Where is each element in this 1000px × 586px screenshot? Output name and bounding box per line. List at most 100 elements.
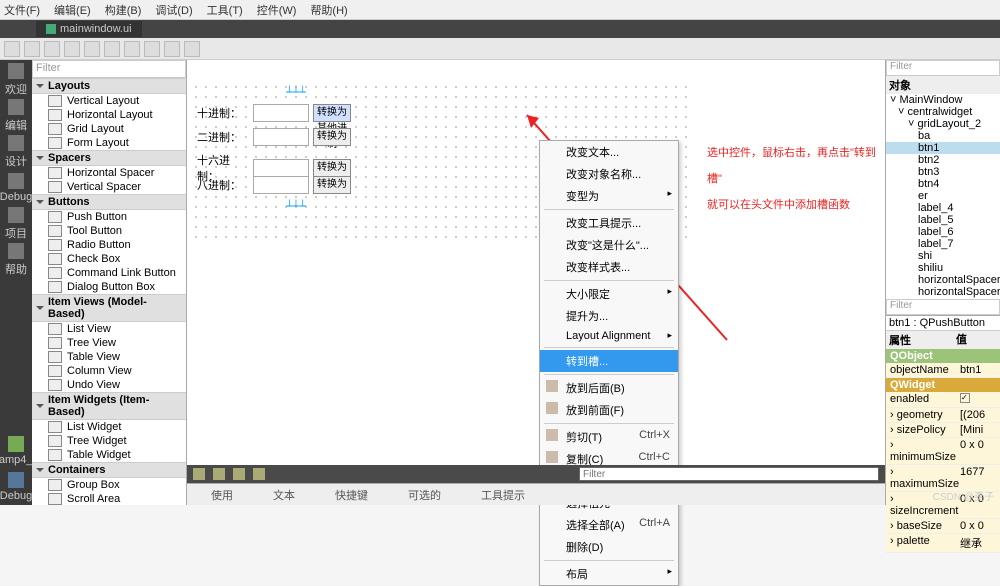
mode-debug[interactable]: Debug xyxy=(0,170,32,206)
widget-item[interactable]: Horizontal Layout xyxy=(32,108,186,122)
property-row[interactable]: › geometry[(206 xyxy=(886,408,1000,423)
category-spacers[interactable]: Spacers xyxy=(32,150,186,166)
mode-help[interactable]: 帮助 xyxy=(0,242,32,278)
category-layouts[interactable]: Layouts xyxy=(32,78,186,94)
tool-btn[interactable] xyxy=(164,41,180,57)
context-item[interactable]: 删除(D) xyxy=(540,536,678,558)
context-item[interactable]: 提升为... xyxy=(540,305,678,327)
context-item[interactable]: 改变"这是什么"... xyxy=(540,234,678,256)
context-item[interactable]: 放到前面(F) xyxy=(540,399,678,421)
object-filter[interactable]: Filter xyxy=(886,60,1000,76)
widget-item[interactable]: Radio Button xyxy=(32,238,186,252)
tree-row[interactable]: ba xyxy=(886,130,1000,142)
context-item[interactable]: 放到后面(B) xyxy=(540,377,678,399)
tree-row[interactable]: ˅ gridLayout_2 xyxy=(886,118,1000,130)
context-item[interactable]: 剪切(T)Ctrl+X xyxy=(540,426,678,448)
tree-row[interactable]: btn2 xyxy=(886,154,1000,166)
property-row[interactable]: › minimumSize0 x 0 xyxy=(886,438,1000,465)
context-item[interactable]: 改变工具提示... xyxy=(540,212,678,234)
context-item[interactable]: 改变样式表... xyxy=(540,256,678,278)
tool-btn[interactable] xyxy=(64,41,80,57)
mode-projects[interactable]: 项目 xyxy=(0,206,32,242)
context-item[interactable]: 改变文本... xyxy=(540,141,678,163)
tool-btn[interactable] xyxy=(104,41,120,57)
widget-item[interactable]: Push Button xyxy=(32,210,186,224)
tree-row[interactable]: label_4 xyxy=(886,202,1000,214)
menu-help[interactable]: 帮助(H) xyxy=(310,2,347,18)
btn1-selected[interactable]: 转换为其他进制 xyxy=(313,104,351,122)
tab-tooltip[interactable]: 工具提示 xyxy=(481,487,525,503)
menu-widgets[interactable]: 控件(W) xyxy=(257,2,297,18)
widget-item[interactable]: Check Box xyxy=(32,252,186,266)
mode-edit[interactable]: 编辑 xyxy=(0,98,32,134)
menu-file[interactable]: 文件(F) xyxy=(4,2,40,18)
input-hex[interactable] xyxy=(253,159,309,177)
object-inspector[interactable]: 对象 ˅ MainWindow ˅ centralwidget ˅ gridLa… xyxy=(886,76,1000,299)
action-filter[interactable] xyxy=(579,467,879,481)
widget-item[interactable]: Scroll Area xyxy=(32,492,186,505)
tree-row[interactable]: shi xyxy=(886,250,1000,262)
context-item[interactable]: 大小限定 xyxy=(540,283,678,305)
category-itemviews[interactable]: Item Views (Model-Based) xyxy=(32,294,186,322)
tool-btn[interactable] xyxy=(24,41,40,57)
section-qwidget[interactable]: QWidget xyxy=(886,378,1000,392)
menu-debug[interactable]: 调试(D) xyxy=(155,2,192,18)
tab-checkable[interactable]: 可选的 xyxy=(408,487,441,503)
file-tab[interactable]: mainwindow.ui xyxy=(36,21,142,37)
widget-item[interactable]: Tool Button xyxy=(32,224,186,238)
category-buttons[interactable]: Buttons xyxy=(32,194,186,210)
action-icon[interactable] xyxy=(213,468,225,480)
tree-row[interactable]: shiliu xyxy=(886,262,1000,274)
btn4[interactable]: 转换为 xyxy=(313,176,351,194)
tool-btn[interactable] xyxy=(124,41,140,57)
widget-item[interactable]: Vertical Spacer xyxy=(32,180,186,194)
tab-text[interactable]: 文本 xyxy=(273,487,295,503)
property-row[interactable]: › palette继承 xyxy=(886,534,1000,553)
property-row[interactable]: › baseSize0 x 0 xyxy=(886,519,1000,534)
mode-welcome[interactable]: 欢迎 xyxy=(0,62,32,98)
v-spacer-icon[interactable]: ⟂⟂⟂ xyxy=(286,84,326,98)
checkbox-icon[interactable] xyxy=(960,393,970,403)
run-config[interactable]: Debug xyxy=(0,469,32,505)
tree-row[interactable]: label_7 xyxy=(886,238,1000,250)
tab-shortcut[interactable]: 快捷键 xyxy=(335,487,368,503)
tree-row[interactable]: btn3 xyxy=(886,166,1000,178)
prop-filter[interactable]: Filter xyxy=(886,299,1000,315)
prop-val[interactable]: btn1 xyxy=(958,363,1000,377)
tool-btn[interactable] xyxy=(44,41,60,57)
tree-row[interactable]: horizontalSpacer_ xyxy=(886,286,1000,298)
v-spacer-icon[interactable]: ⟂⟂⟂ xyxy=(286,198,326,212)
widget-item[interactable]: Tree Widget xyxy=(32,434,186,448)
btn3[interactable]: 转换为 xyxy=(313,159,351,177)
tree-row[interactable]: label_5 xyxy=(886,214,1000,226)
widget-filter[interactable]: Filter xyxy=(32,60,186,78)
tool-btn[interactable] xyxy=(184,41,200,57)
input-oct[interactable] xyxy=(253,176,309,194)
property-row[interactable]: › sizePolicy[Mini xyxy=(886,423,1000,438)
mode-design[interactable]: 设计 xyxy=(0,134,32,170)
context-item[interactable]: 选择全部(A)Ctrl+A xyxy=(540,514,678,536)
tree-row[interactable]: horizontalSpacer xyxy=(886,274,1000,286)
menu-edit[interactable]: 编辑(E) xyxy=(54,2,91,18)
widget-item[interactable]: Horizontal Spacer xyxy=(32,166,186,180)
tool-btn[interactable] xyxy=(4,41,20,57)
widget-item[interactable]: Undo View xyxy=(32,378,186,392)
widget-item[interactable]: Grid Layout xyxy=(32,122,186,136)
action-icon[interactable] xyxy=(233,468,245,480)
tool-btn[interactable] xyxy=(84,41,100,57)
tree-row[interactable]: label_6 xyxy=(886,226,1000,238)
tree-row[interactable]: ˅ centralwidget xyxy=(886,106,1000,118)
context-item[interactable]: 变型为 xyxy=(540,185,678,207)
tree-row[interactable]: btn4 xyxy=(886,178,1000,190)
category-containers[interactable]: Containers xyxy=(32,462,186,478)
widget-item[interactable]: Table View xyxy=(32,350,186,364)
widget-item[interactable]: List View xyxy=(32,322,186,336)
input-dec[interactable] xyxy=(253,104,309,122)
tree-row[interactable]: er xyxy=(886,190,1000,202)
tree-row[interactable]: ˅ MainWindow xyxy=(886,94,1000,106)
input-bin[interactable] xyxy=(253,128,309,146)
widget-item[interactable]: Tree View xyxy=(32,336,186,350)
menu-tools[interactable]: 工具(T) xyxy=(207,2,243,18)
section-qobject[interactable]: QObject xyxy=(886,349,1000,363)
widget-item[interactable]: Group Box xyxy=(32,478,186,492)
